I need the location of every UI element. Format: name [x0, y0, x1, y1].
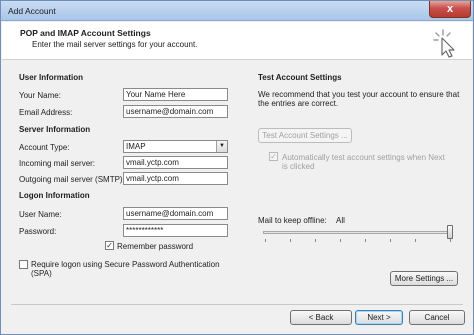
slider-tick — [315, 239, 316, 242]
page-subtitle: Enter the mail server settings for your … — [32, 40, 198, 49]
outgoing-server-label: Outgoing mail server (SMTP): — [19, 175, 125, 184]
add-account-dialog: Add Account x POP and IMAP Account Setti… — [0, 0, 474, 335]
account-type-select[interactable]: IMAP ▼ — [123, 140, 228, 153]
offline-value: All — [336, 216, 345, 225]
auto-test-label-line1: Automatically test account settings when… — [282, 153, 445, 162]
incoming-server-label: Incoming mail server: — [19, 159, 96, 168]
slider-tick — [415, 239, 416, 242]
user-name-label: User Name: — [19, 210, 62, 219]
slider-tick — [265, 239, 266, 242]
logon-info-heading: Logon Information — [19, 191, 90, 200]
spa-label-line1: Require logon using Secure Password Auth… — [31, 260, 220, 269]
remember-password-checkbox[interactable]: ✓ — [105, 241, 114, 250]
slider-tick — [365, 239, 366, 242]
email-address-field[interactable] — [123, 105, 228, 118]
wizard-header: POP and IMAP Account Settings Enter the … — [2, 22, 472, 60]
remember-password-label: Remember password — [117, 242, 194, 251]
test-description-line1: We recommend that you test your account … — [258, 90, 460, 99]
title-bar[interactable]: Add Account x — [1, 1, 473, 21]
window-title: Add Account — [8, 6, 56, 16]
your-name-label: Your Name: — [19, 91, 61, 100]
cancel-button[interactable]: Cancel — [409, 310, 465, 325]
offline-slider-thumb[interactable] — [447, 225, 453, 239]
password-field[interactable] — [123, 224, 228, 237]
more-settings-button[interactable]: More Settings ... — [390, 271, 458, 286]
test-description-line2: the entries are correct. — [258, 99, 339, 108]
chevron-down-icon[interactable]: ▼ — [216, 141, 227, 152]
your-name-field[interactable] — [123, 88, 228, 101]
auto-test-label-line2: is clicked — [282, 162, 315, 171]
password-label: Password: — [19, 227, 57, 236]
user-name-field[interactable] — [123, 207, 228, 220]
page-title: POP and IMAP Account Settings — [20, 28, 151, 38]
outgoing-server-field[interactable] — [123, 172, 228, 185]
slider-tick — [450, 239, 451, 242]
close-icon: x — [446, 3, 454, 15]
account-type-label: Account Type: — [19, 143, 70, 152]
auto-test-checkbox[interactable]: ✓ — [269, 152, 278, 161]
slider-tick — [290, 239, 291, 242]
back-button[interactable]: < Back — [290, 310, 352, 325]
email-address-label: Email Address: — [19, 108, 73, 117]
user-info-heading: User Information — [19, 73, 84, 82]
offline-slider-track[interactable] — [263, 231, 453, 234]
cursor-click-icon — [433, 29, 455, 58]
slider-tick — [340, 239, 341, 242]
offline-label: Mail to keep offline: — [258, 216, 327, 225]
footer-divider — [11, 304, 463, 305]
test-settings-heading: Test Account Settings — [258, 73, 342, 82]
server-info-heading: Server Information — [19, 125, 91, 134]
incoming-server-field[interactable] — [123, 156, 228, 169]
spa-checkbox[interactable] — [19, 260, 28, 269]
test-account-settings-button[interactable]: Test Account Settings ... — [258, 128, 352, 143]
spa-label-line2: (SPA) — [31, 269, 52, 278]
account-type-value: IMAP — [126, 142, 146, 151]
next-button[interactable]: Next > — [355, 310, 403, 325]
close-button[interactable]: x — [429, 1, 471, 18]
slider-tick — [390, 239, 391, 242]
